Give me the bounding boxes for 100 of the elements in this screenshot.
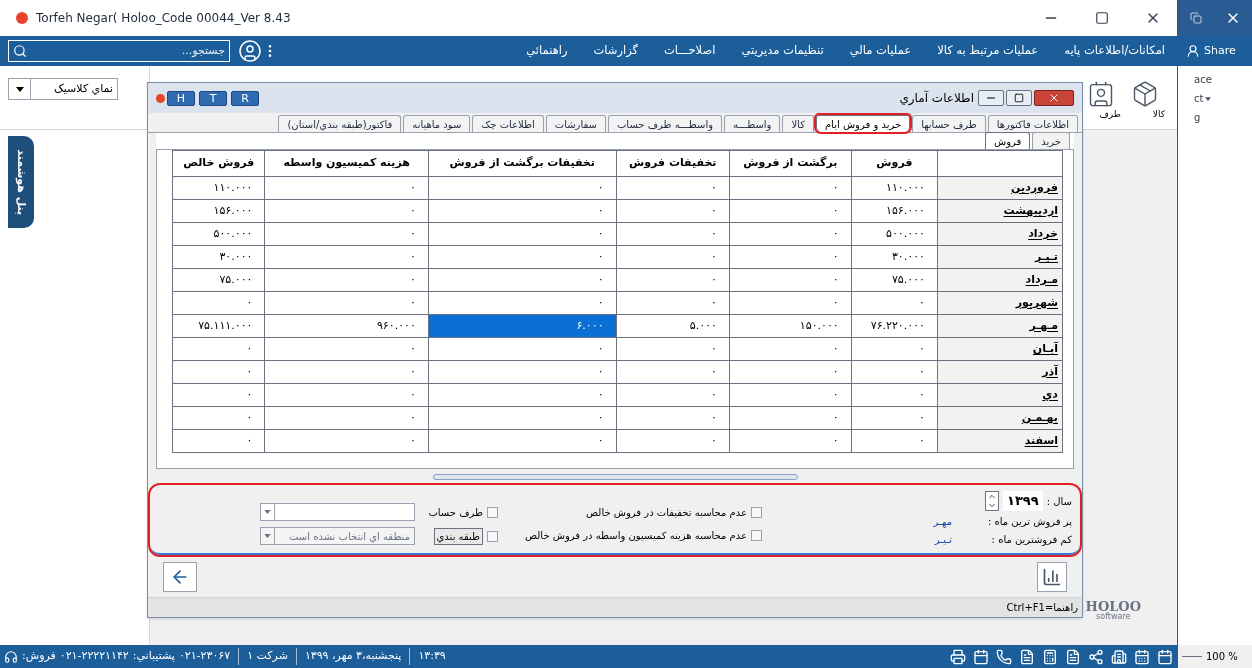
row-header: دي bbox=[937, 383, 1063, 407]
side-panel-tab[interactable]: پنل هوشمند bbox=[8, 136, 34, 228]
table-cell: ۰ bbox=[428, 337, 617, 361]
up-icon bbox=[986, 492, 998, 501]
table-cell: ۱۱۰.۰۰۰ bbox=[172, 176, 265, 200]
table-cell: ۰ bbox=[264, 383, 429, 407]
hint-button[interactable]: R bbox=[231, 90, 259, 106]
toolbar-icon[interactable] bbox=[950, 648, 966, 665]
table-cell: ۰ bbox=[616, 429, 730, 453]
column-header[interactable]: تخفيفات برگشت از فروش bbox=[428, 150, 617, 177]
toolbar-icon[interactable] bbox=[996, 648, 1012, 665]
table-cell: ۰ bbox=[264, 268, 429, 292]
table-cell: ۰ bbox=[616, 245, 730, 269]
row-header: شهريور bbox=[937, 291, 1063, 315]
tab[interactable]: خريد و فروش ايام bbox=[815, 115, 911, 132]
toolbar-icon[interactable] bbox=[1019, 648, 1035, 665]
close-button[interactable] bbox=[1034, 90, 1074, 106]
table-cell: ۰ bbox=[729, 383, 852, 407]
restore-button[interactable] bbox=[1006, 90, 1032, 106]
menu-item[interactable]: عمليات مرتبط به کالا bbox=[937, 42, 1039, 60]
box-icon bbox=[1131, 80, 1159, 108]
row-header: اسفند bbox=[937, 429, 1063, 453]
menu-item[interactable]: راهنمائي bbox=[526, 42, 568, 60]
year-field[interactable]: ۱۳۹۹ bbox=[1003, 491, 1043, 511]
table-cell: ۰ bbox=[264, 337, 429, 361]
minimize-button[interactable] bbox=[978, 90, 1004, 106]
scroll-handle[interactable] bbox=[432, 474, 798, 480]
table-cell: ۰ bbox=[172, 337, 265, 361]
tab[interactable]: واسطـــه طرف حساب bbox=[607, 115, 723, 132]
status-date: پنجشنبه،۳ مهر، ۱۳۹۹ bbox=[295, 648, 402, 665]
tab[interactable]: کالا bbox=[782, 115, 814, 132]
select-field[interactable] bbox=[260, 503, 415, 521]
column-header[interactable]: هزينه کميسيون واسطه bbox=[264, 150, 429, 177]
tab[interactable]: اطلاعات فاکتورها bbox=[987, 115, 1078, 132]
table-cell: ۵.۰۰۰ bbox=[616, 314, 730, 338]
checkbox-label[interactable]: عدم محاسبه تخفيفات در فروش خالص bbox=[586, 505, 747, 520]
toolbar-icon[interactable] bbox=[1088, 648, 1104, 665]
year-spinner[interactable] bbox=[985, 491, 999, 511]
menu-item[interactable]: عمليات مالي bbox=[849, 42, 912, 60]
restore-icon[interactable] bbox=[1189, 12, 1202, 24]
zoom-level: 100 % bbox=[1206, 650, 1238, 664]
table-cell: ۱۵۶.۰۰۰ bbox=[851, 199, 938, 223]
tab[interactable]: خريد bbox=[1032, 132, 1070, 149]
column-header[interactable]: برگشت از فروش bbox=[729, 150, 852, 177]
table-cell: ۰ bbox=[264, 176, 429, 200]
checkbox[interactable] bbox=[487, 506, 498, 518]
ribbon-button[interactable]: کالا bbox=[1125, 80, 1165, 122]
table-cell: ۰ bbox=[264, 222, 429, 246]
back-button[interactable] bbox=[163, 562, 197, 592]
year-label: سال : bbox=[1046, 494, 1072, 509]
checkbox[interactable] bbox=[751, 530, 762, 541]
tab[interactable]: واسطـــه bbox=[724, 115, 781, 132]
menu-item[interactable]: تنظيمات مديريتي bbox=[741, 42, 824, 60]
table-cell: ۰ bbox=[428, 222, 617, 246]
checkbox-label[interactable]: عدم محاسبه هزينه کميسيون واسطه در فروش خالص bbox=[525, 528, 747, 543]
chart-button[interactable] bbox=[1037, 562, 1067, 592]
table-cell: ۳۰.۰۰۰ bbox=[851, 245, 938, 269]
toolbar-icon[interactable] bbox=[1157, 648, 1173, 665]
hint-button[interactable]: H bbox=[167, 90, 195, 106]
table-cell: ۰ bbox=[729, 245, 852, 269]
table-cell: ۹۶۰.۰۰۰ bbox=[264, 314, 429, 338]
toolbar-icon[interactable] bbox=[1065, 648, 1081, 665]
column-header[interactable]: فروش bbox=[851, 150, 938, 177]
table-cell: ۰ bbox=[428, 176, 617, 200]
table-cell: ۰ bbox=[616, 383, 730, 407]
tab[interactable]: اطلاعات چک bbox=[472, 115, 544, 132]
maximize-icon[interactable] bbox=[1095, 11, 1109, 25]
tab[interactable]: فروش bbox=[984, 132, 1031, 149]
toolbar-icon[interactable] bbox=[1111, 648, 1127, 665]
menu-item[interactable]: امکانات/اطلاعات پايه bbox=[1064, 42, 1165, 60]
tab[interactable]: سود ماهيانه bbox=[403, 115, 471, 132]
search-field[interactable]: جستجو... bbox=[8, 40, 230, 62]
column-header[interactable]: تخفيفات فروش bbox=[616, 150, 730, 177]
checkbox[interactable] bbox=[751, 507, 762, 518]
status-text: ۰۲۱-۲۳۰۶۷ bbox=[178, 648, 231, 665]
table-cell: ۰ bbox=[616, 360, 730, 384]
caret-icon bbox=[264, 510, 271, 514]
ribbon-button[interactable]: طرف bbox=[1081, 80, 1121, 122]
toolbar-icon[interactable] bbox=[1134, 648, 1150, 665]
menu-item[interactable]: اصلاحـــات bbox=[664, 42, 716, 60]
tab[interactable]: فاکتور(طبقه بندي/استان) bbox=[278, 115, 402, 132]
table-cell: ۰ bbox=[851, 337, 938, 361]
row-header: فروردين bbox=[937, 176, 1063, 200]
close-icon bbox=[1048, 92, 1060, 104]
tab[interactable]: طرف حسابها bbox=[912, 115, 986, 132]
toolbar-icon[interactable] bbox=[973, 648, 989, 665]
row-header: مـرداد bbox=[937, 268, 1063, 292]
tab[interactable]: سفارشات bbox=[545, 115, 606, 132]
toolbar-icon[interactable] bbox=[1042, 648, 1058, 665]
view-select[interactable]: نماي کلاسيک bbox=[8, 78, 118, 100]
table-cell: ۰ bbox=[616, 268, 730, 292]
table-cell: ۰ bbox=[428, 360, 617, 384]
user-icon[interactable] bbox=[238, 39, 262, 63]
company-name: شرکت ۱ bbox=[238, 648, 288, 665]
column-header[interactable]: فروش خالص bbox=[172, 150, 265, 177]
menu-item[interactable]: گزارشات bbox=[593, 42, 639, 60]
account-label[interactable]: طرف حساب bbox=[428, 504, 483, 520]
hint-button[interactable]: T bbox=[199, 90, 227, 106]
table-cell: ۳۰.۰۰۰ bbox=[172, 245, 265, 269]
ribbon-label: g bbox=[1194, 111, 1201, 125]
